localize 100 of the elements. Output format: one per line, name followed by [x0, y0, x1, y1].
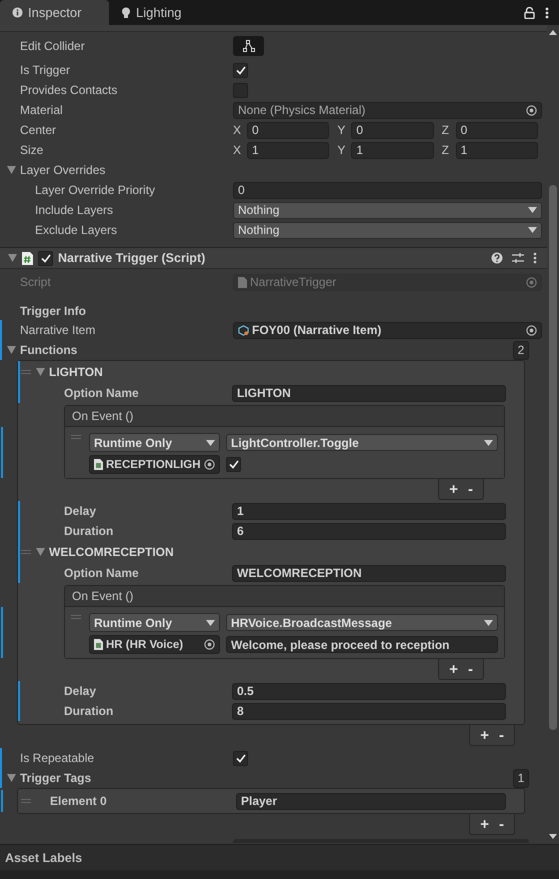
section-heading: Trigger Info [19, 304, 87, 318]
script-file-icon [238, 276, 247, 288]
text-field[interactable]: LIGHTON [232, 384, 506, 402]
drag-handle-icon[interactable] [71, 435, 81, 439]
layers-dropdown[interactable]: Nothing [233, 202, 542, 218]
lock-icon[interactable] [524, 6, 535, 18]
help-icon[interactable] [491, 252, 503, 264]
text-field[interactable]: Player [236, 792, 506, 810]
property-label: Material [19, 103, 64, 117]
inspector-tab[interactable]: Inspector [0, 0, 109, 25]
number-field[interactable]: 6 [232, 522, 506, 540]
more-icon[interactable] [533, 252, 537, 264]
scrollbar-thumb[interactable] [549, 185, 557, 730]
foldout-label[interactable]: LIGHTON [36, 365, 103, 379]
object-picker-icon[interactable] [526, 104, 537, 116]
drag-handle-icon[interactable] [21, 550, 31, 554]
remove-button[interactable]: - [466, 482, 475, 496]
layers-dropdown[interactable]: Nothing [233, 222, 542, 238]
number-field[interactable]: 0 [456, 122, 538, 138]
scroll-up-icon[interactable] [549, 30, 557, 35]
object-field[interactable]: HR (HR Voice) [89, 635, 220, 654]
enable-checkbox[interactable] [38, 250, 53, 266]
drag-handle-icon[interactable] [21, 799, 31, 803]
number-field[interactable]: 1 [247, 142, 330, 158]
object-picker-icon[interactable] [526, 324, 537, 336]
function-dropdown[interactable]: HRVoice.BroadcastMessage [226, 614, 498, 631]
property-label: Provides Contacts [19, 83, 118, 97]
element-label: Element 0 [49, 794, 108, 808]
component-title: Narrative Trigger (Script) [58, 251, 206, 265]
runtime-dropdown[interactable]: Runtime Only [89, 613, 220, 632]
number-field[interactable]: 0 [247, 122, 330, 138]
foldout-label[interactable]: Trigger Tags [0, 771, 233, 785]
number-field[interactable]: 1 [456, 142, 538, 158]
add-button[interactable]: + [447, 662, 460, 676]
foldout-label[interactable]: Layer Overrides [0, 163, 233, 177]
number-field[interactable]: 0 [351, 122, 434, 138]
property-label: Option Name [63, 386, 140, 400]
number-field[interactable]: 0 [233, 182, 542, 198]
array-size-field[interactable]: 2 [513, 340, 529, 360]
caret-icon [484, 620, 493, 626]
script-icon [22, 252, 33, 264]
property-label: Is Repeatable [19, 751, 96, 765]
foldout-label[interactable]: Functions [0, 343, 233, 357]
add-button[interactable]: + [478, 816, 491, 832]
caret-icon [528, 227, 537, 233]
scroll-down-icon[interactable] [549, 834, 557, 839]
number-field[interactable]: 1 [351, 142, 434, 158]
script-file-icon [94, 639, 103, 650]
property-label: Narrative Item [19, 323, 96, 337]
drag-handle-icon[interactable] [71, 615, 81, 619]
drag-handle-icon[interactable] [21, 370, 31, 374]
remove-button[interactable]: - [497, 816, 506, 832]
script-file-icon [94, 459, 103, 470]
add-button[interactable]: + [447, 482, 460, 496]
runtime-dropdown[interactable]: Runtime Only [89, 433, 220, 452]
caret-icon [528, 207, 537, 213]
number-field[interactable]: 0.5 [232, 682, 506, 700]
event-title: On Event () [72, 589, 134, 603]
edit-shape-icon [242, 40, 256, 52]
edit-collider-button[interactable] [233, 36, 264, 56]
check-icon [236, 66, 246, 74]
remove-button[interactable]: - [497, 728, 506, 742]
property-label: Is Trigger [19, 63, 72, 77]
event-title: On Event () [72, 409, 134, 423]
argument-text-field[interactable]: Welcome, please proceed to reception [226, 636, 498, 653]
settings-sliders-icon[interactable] [512, 252, 524, 264]
array-size-field[interactable]: 1 [513, 768, 529, 788]
caret-icon [7, 346, 16, 354]
caret-icon [206, 620, 215, 626]
object-field[interactable]: RECEPTIONLIGH [89, 455, 220, 474]
object-field[interactable]: None (Physics Material) [233, 102, 542, 118]
footer-title: Asset Labels [5, 850, 82, 864]
script-field: NarrativeTrigger [233, 274, 542, 290]
checkbox[interactable] [233, 750, 248, 766]
foldout-label[interactable]: WELCOMRECEPTION [36, 545, 174, 559]
number-field[interactable]: 1 [232, 502, 506, 520]
caret-icon [484, 440, 493, 446]
axis-label: Y [337, 143, 346, 157]
inspector-tab[interactable]: Lighting [109, 0, 218, 25]
component-header[interactable]: Narrative Trigger (Script) [0, 247, 547, 269]
object-picker-icon[interactable] [204, 639, 215, 650]
text-field[interactable]: WELCOMRECEPTION [232, 564, 506, 582]
function-dropdown[interactable]: LightController.Toggle [226, 434, 498, 451]
asset-labels-bar[interactable]: Asset Labels [0, 844, 559, 870]
checkbox[interactable] [233, 62, 248, 78]
more-icon[interactable] [545, 6, 549, 18]
property-label: Delay [63, 684, 98, 698]
caret-icon [7, 166, 16, 174]
axis-label: X [233, 143, 242, 157]
object-picker-icon[interactable] [204, 459, 215, 470]
property-label: Exclude Layers [34, 223, 118, 237]
info-icon [12, 7, 23, 18]
remove-button[interactable]: - [466, 662, 475, 676]
argument-checkbox[interactable] [226, 457, 241, 472]
number-field[interactable]: 8 [232, 702, 506, 720]
add-button[interactable]: + [478, 728, 491, 742]
check-icon [228, 460, 238, 469]
object-field[interactable]: FOY00 (Narrative Item) [233, 322, 542, 338]
checkbox[interactable] [233, 82, 248, 98]
property-label: Size [19, 143, 44, 157]
